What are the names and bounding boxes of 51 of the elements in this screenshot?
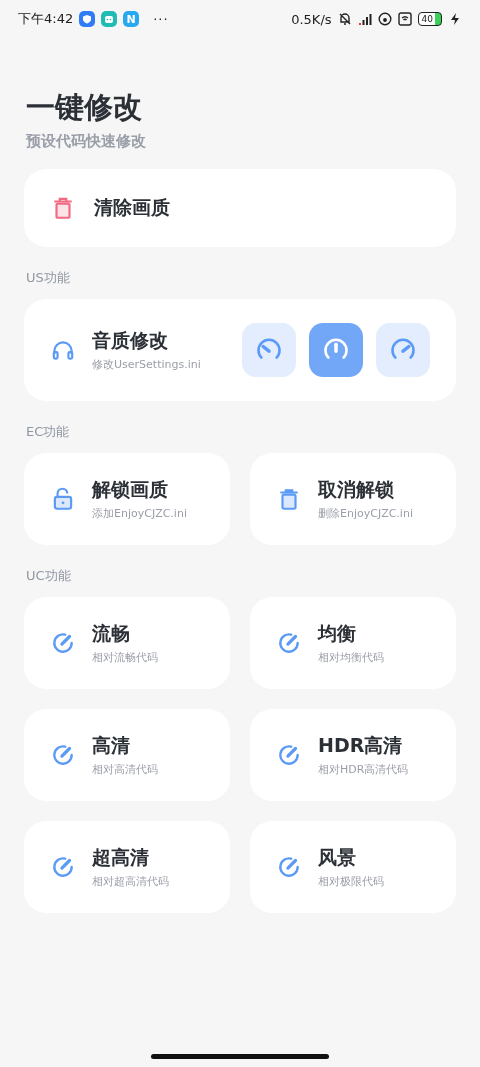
card-subtitle: 删除EnjoyCJZC.ini [318, 506, 413, 521]
card-title: 音质修改 [92, 328, 169, 353]
card-subtitle: 相对均衡代码 [318, 650, 384, 665]
card-title: 解锁画质 [92, 477, 169, 502]
function-card[interactable]: 超高清 相对超高清代码 [24, 821, 230, 913]
mode-button[interactable] [309, 323, 363, 377]
function-card[interactable]: 解锁画质 添加EnjoyCJZC.ini [24, 453, 230, 545]
signal-icon [357, 12, 372, 26]
card-title: 高清 [92, 733, 131, 758]
card-title: 风景 [318, 845, 357, 870]
charging-icon [448, 12, 462, 26]
wifi-icon [397, 12, 412, 26]
app-icon: N [123, 11, 140, 27]
edit-icon [276, 854, 302, 880]
bell-muted-icon [337, 12, 352, 26]
status-time: 下午4:42 [18, 10, 74, 28]
section-label: UC功能 [25, 567, 72, 585]
page-subtitle: 预设代码快速修改 [26, 132, 147, 151]
card-title: 取消解锁 [318, 477, 395, 502]
card-subtitle: 相对超高清代码 [92, 874, 169, 889]
card-title: 均衡 [318, 621, 357, 646]
edit-icon [50, 742, 76, 768]
mode-button[interactable] [242, 323, 296, 377]
card-title: 超高清 [92, 845, 150, 870]
card-subtitle: 相对HDR高清代码 [318, 762, 409, 777]
page-title: 一键修改 [26, 89, 143, 126]
card-title: HDR高清 [318, 733, 404, 758]
function-card[interactable]: 均衡 相对均衡代码 [250, 597, 456, 689]
card-subtitle: 相对高清代码 [92, 762, 158, 777]
battery-indicator: 40 [417, 12, 442, 26]
card-subtitle: 相对极限代码 [318, 874, 384, 889]
edit-icon [276, 630, 302, 656]
function-card[interactable]: 高清 相对高清代码 [24, 709, 230, 801]
clear-card[interactable]: 清除画质 [24, 169, 456, 247]
card-title: 流畅 [92, 621, 131, 646]
function-card[interactable]: 流畅 相对流畅代码 [24, 597, 230, 689]
section-label: US功能 [25, 269, 71, 287]
mode-button[interactable] [376, 323, 430, 377]
edit-icon [50, 854, 76, 880]
network-speed: 0.5K/s [291, 11, 332, 27]
section-label: EC功能 [25, 423, 71, 441]
edit-icon [276, 742, 302, 768]
card-subtitle: 修改UserSettings.ini [92, 357, 201, 372]
function-card[interactable]: 取消解锁 删除EnjoyCJZC.ini [250, 453, 456, 545]
function-card[interactable]: 风景 相对极限代码 [250, 821, 456, 913]
edit-icon [50, 630, 76, 656]
card-subtitle: 相对流畅代码 [92, 650, 158, 665]
more-indicator: ··· [153, 11, 169, 27]
function-card[interactable]: HDR高清 相对HDR高清代码 [250, 709, 456, 801]
card-subtitle: 添加EnjoyCJZC.ini [92, 506, 187, 521]
hotspot-icon [377, 12, 392, 26]
